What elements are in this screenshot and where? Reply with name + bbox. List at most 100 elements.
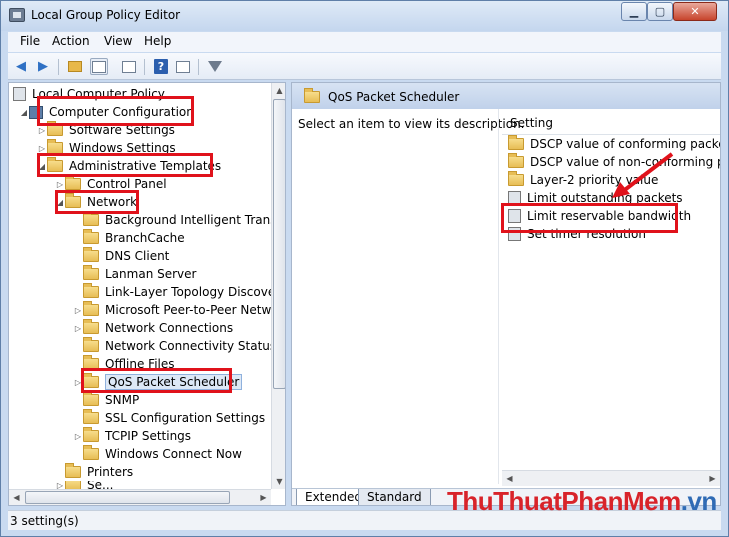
folder-icon xyxy=(65,481,81,489)
tree-item-printers[interactable]: Printers xyxy=(65,463,133,481)
tree-label: Se... xyxy=(87,481,114,489)
folder-icon xyxy=(83,445,99,460)
folder-icon xyxy=(65,463,81,478)
scroll-down-icon[interactable]: ▼ xyxy=(272,474,285,489)
tree-label: Background Intelligent Transfe xyxy=(105,213,286,227)
folder-icon xyxy=(83,337,99,352)
export-list-icon[interactable] xyxy=(120,58,138,75)
description-text: Select an item to view its description. xyxy=(298,117,525,131)
up-folder-icon[interactable] xyxy=(66,58,84,75)
tree-label: DNS Client xyxy=(105,249,170,263)
watermark: ThuThuatPhanMem.vn xyxy=(447,486,717,517)
folder-icon xyxy=(83,427,99,442)
watermark-part: PhanMem xyxy=(561,486,681,516)
tree-vertical-scrollbar[interactable]: ▲ ▼ xyxy=(271,83,285,489)
setting-label: DSCP value of conforming packets xyxy=(530,137,721,151)
scroll-left-icon[interactable]: ◀ xyxy=(9,490,24,505)
tree-item-network-child[interactable]: Link-Layer Topology Discover xyxy=(83,283,280,301)
tree-label: Network Connectivity Status In xyxy=(105,339,286,353)
expand-arrow-icon[interactable]: ▷ xyxy=(37,126,47,135)
tree-label: Windows Connect Now xyxy=(105,447,242,461)
tab-standard[interactable]: Standard xyxy=(358,489,431,505)
menu-file[interactable]: File xyxy=(20,34,40,48)
annotation-box-limit-reservable-bandwidth xyxy=(501,203,678,233)
pane-divider xyxy=(498,109,499,484)
column-header-setting[interactable]: Setting xyxy=(502,109,720,135)
expand-arrow-icon[interactable]: ▷ xyxy=(73,432,83,441)
expand-arrow-icon[interactable]: ▷ xyxy=(55,481,65,489)
folder-icon xyxy=(508,153,524,168)
back-arrow-icon[interactable]: ◀ xyxy=(12,58,30,75)
properties-icon[interactable] xyxy=(174,58,192,75)
tree-item-network-child[interactable]: BranchCache xyxy=(83,229,185,247)
annotation-box-network xyxy=(55,190,139,214)
folder-icon xyxy=(83,265,99,280)
scroll-left-icon[interactable]: ◀ xyxy=(502,471,517,486)
tree-label: Microsoft Peer-to-Peer Netwo xyxy=(105,303,279,317)
tree-pane[interactable]: Local Computer Policy ◢ Computer Configu… xyxy=(8,82,286,506)
show-hide-tree-icon[interactable] xyxy=(90,58,108,75)
tree-item-network-child[interactable]: ▷ Network Connections xyxy=(73,319,233,337)
menu-bar: File Action View Help xyxy=(8,32,721,52)
tree-label: Lanman Server xyxy=(105,267,197,281)
watermark-part: ThuThuat xyxy=(447,486,562,516)
toolbar: ◀ ▶ ? xyxy=(8,53,721,80)
details-header-title: QoS Packet Scheduler xyxy=(328,90,460,104)
folder-icon xyxy=(65,175,81,190)
scroll-thumb[interactable] xyxy=(25,491,230,504)
toolbar-separator xyxy=(144,59,145,75)
close-button[interactable]: ✕ xyxy=(673,2,717,21)
tree-label: Link-Layer Topology Discover xyxy=(105,285,281,299)
tree-item-network-child[interactable]: SSL Configuration Settings xyxy=(83,409,265,427)
details-header: QoS Packet Scheduler xyxy=(292,83,720,109)
tree-label: SSL Configuration Settings xyxy=(105,411,266,425)
tree-item-network-child[interactable]: DNS Client xyxy=(83,247,169,265)
toolbar-separator xyxy=(58,59,59,75)
expand-arrow-icon[interactable]: ▷ xyxy=(73,306,83,315)
expand-arrow-icon[interactable]: ▷ xyxy=(37,144,47,153)
menu-view[interactable]: View xyxy=(104,34,132,48)
folder-icon xyxy=(83,409,99,424)
details-pane: QoS Packet Scheduler Select an item to v… xyxy=(291,82,721,506)
tree-label: Network Connections xyxy=(105,321,234,335)
tree-label: SNMP xyxy=(105,393,140,407)
annotation-box-computer-configuration xyxy=(37,96,194,126)
folder-icon xyxy=(83,283,99,298)
maximize-button[interactable]: ▢ xyxy=(647,2,673,21)
folder-icon xyxy=(83,211,99,226)
scroll-right-icon[interactable]: ▶ xyxy=(256,490,271,505)
tree-item-network-child[interactable]: Windows Connect Now xyxy=(83,445,242,463)
folder-icon xyxy=(83,229,99,244)
toolbar-separator xyxy=(198,59,199,75)
menu-action[interactable]: Action xyxy=(52,34,90,48)
tree-label: BranchCache xyxy=(105,231,185,245)
tree-item-network-child[interactable]: SNMP xyxy=(83,391,139,409)
tree-item-network-child[interactable]: ▷ TCPIP Settings xyxy=(73,427,191,445)
menu-help[interactable]: Help xyxy=(144,34,171,48)
forward-arrow-icon[interactable]: ▶ xyxy=(34,58,52,75)
folder-icon xyxy=(508,135,524,150)
scroll-thumb[interactable] xyxy=(273,99,285,389)
folder-icon xyxy=(83,391,99,406)
scroll-right-icon[interactable]: ▶ xyxy=(705,471,720,486)
expand-arrow-icon[interactable]: ▷ xyxy=(55,180,65,189)
annotation-arrow-icon xyxy=(612,152,674,198)
collapse-arrow-icon[interactable]: ◢ xyxy=(19,108,29,117)
tree-item-network-child[interactable]: ▷ Microsoft Peer-to-Peer Netwo xyxy=(73,301,279,319)
expand-arrow-icon[interactable]: ▷ xyxy=(73,324,83,333)
folder-icon xyxy=(83,319,99,334)
settings-horizontal-scrollbar[interactable]: ◀ ▶ xyxy=(502,470,720,486)
minimize-button[interactable]: ▁ xyxy=(621,2,647,21)
tree-item-network-child[interactable]: Lanman Server xyxy=(83,265,196,283)
tree-item-network-child[interactable]: Network Connectivity Status In xyxy=(83,337,286,355)
tree-label: Printers xyxy=(87,465,134,479)
tree-horizontal-scrollbar[interactable]: ◀ ▶ xyxy=(9,489,271,505)
tree-item-partial[interactable]: ▷ Se... xyxy=(55,481,113,489)
title-bar[interactable]: Local Group Policy Editor ▁ ▢ ✕ xyxy=(1,1,728,31)
scroll-up-icon[interactable]: ▲ xyxy=(272,83,285,98)
help-icon[interactable]: ? xyxy=(152,58,170,75)
folder-icon xyxy=(508,171,524,186)
filter-icon[interactable] xyxy=(206,58,224,75)
annotation-box-qos-packet-scheduler xyxy=(81,368,232,393)
status-text: 3 setting(s) xyxy=(10,514,79,528)
